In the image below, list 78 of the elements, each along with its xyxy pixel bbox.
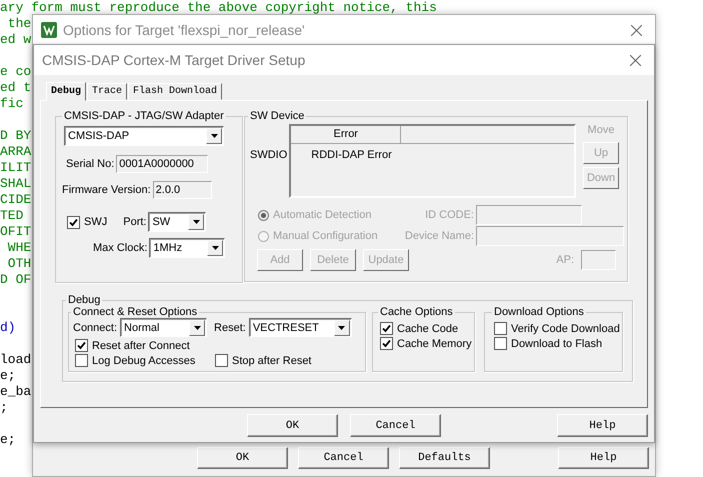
dialog-button[interactable]: Defaults	[399, 447, 490, 469]
code-line: e;	[0, 432, 16, 448]
check-icon	[77, 341, 86, 350]
dialog-button[interactable]: OK	[247, 414, 338, 437]
window-title: Options for Target 'flexspi_nor_release'	[63, 22, 305, 38]
code-line: D BY	[0, 128, 32, 144]
column-header: Error	[291, 126, 402, 143]
reset-dropdown[interactable]: VECTRESET	[248, 318, 352, 337]
tab[interactable]: Debug	[46, 82, 86, 101]
firmware-version-field: 2.0.0	[152, 181, 212, 199]
group-title: CMSIS-DAP - JTAG/SW Adapter	[64, 110, 224, 122]
dialog-button[interactable]: Cancel	[350, 414, 441, 437]
code-line: e_ba	[0, 384, 32, 400]
caret-icon	[192, 220, 200, 224]
move-label: Move	[588, 124, 614, 138]
group-title: Debug	[68, 294, 100, 306]
field-label: Serial No:	[66, 158, 114, 170]
checkbox[interactable]: Reset after Connect	[75, 339, 190, 352]
code-line: D OF	[0, 272, 32, 288]
group-title: Connect & Reset Options	[73, 306, 198, 318]
close-icon[interactable]	[630, 54, 641, 66]
tab[interactable]: Flash Download	[128, 83, 222, 100]
dialog-button[interactable]: Help	[558, 447, 649, 469]
field-label: ID CODE:	[424, 209, 475, 221]
field-label: Connect:	[73, 322, 118, 334]
caret-icon	[338, 326, 346, 330]
dialog-button[interactable]: OK	[197, 447, 288, 469]
tab[interactable]: Trace	[87, 83, 128, 100]
dialog-button[interactable]: Help	[557, 414, 648, 437]
clock-dropdown[interactable]: 1MHz	[149, 238, 226, 258]
app-icon	[41, 22, 57, 38]
code-line: ary form must reproduce the above copyright notice, this	[0, 0, 437, 16]
checkbox[interactable]: Log Debug Accesses	[75, 354, 196, 367]
code-line: d)	[0, 320, 16, 336]
checkbox[interactable]: SWJ	[67, 216, 108, 228]
code-line: ed t	[0, 80, 32, 96]
field-label: Max Clock:	[93, 242, 148, 254]
code-line: WHE	[6, 240, 32, 256]
check-icon	[69, 218, 78, 226]
checkbox[interactable]: Cache Code	[380, 322, 458, 335]
code-line: fic	[0, 96, 24, 112]
adapter-dropdown[interactable]: CMSIS-DAP	[64, 126, 224, 146]
field-label: Reset:	[214, 322, 246, 334]
caret-icon	[194, 326, 201, 330]
field-label: AP:	[556, 254, 574, 266]
group-title: SW Device	[250, 110, 304, 122]
code-line: TED	[0, 208, 24, 224]
group-title: Download Options	[494, 306, 584, 318]
code-line: load	[0, 352, 32, 368]
checkbox[interactable]: Verify Code Download	[494, 322, 620, 335]
code-line: ILIT	[0, 160, 32, 176]
code-line: e;	[0, 368, 16, 384]
dialog-title: CMSIS-DAP Cortex-M Target Driver Setup	[42, 52, 306, 68]
code-line: the	[6, 16, 32, 32]
code-line: SHAL	[0, 176, 32, 192]
close-icon[interactable]	[631, 24, 642, 36]
connect-dropdown[interactable]: Normal	[120, 318, 208, 337]
caret-icon	[212, 246, 219, 250]
table-cell-text: RDDI-DAP Error	[310, 148, 393, 163]
field-label: Device Name:	[404, 230, 475, 242]
port-dropdown[interactable]: SW	[148, 212, 206, 232]
group-title: Cache Options	[380, 306, 453, 318]
row-label: SWDIO	[250, 148, 288, 163]
code-line: CIDE	[0, 192, 32, 208]
checkbox[interactable]: Download to Flash	[494, 337, 602, 350]
code-line: OFIT	[0, 224, 32, 240]
code-line: e co	[0, 64, 32, 80]
code-line: ;	[0, 400, 8, 416]
serial-number-field: 0001A0000000	[116, 155, 208, 173]
code-line: ARRA	[0, 144, 32, 160]
checkbox[interactable]: Cache Memory	[380, 337, 472, 350]
field-label: Port:	[123, 216, 146, 228]
caret-icon	[210, 134, 218, 138]
checkbox[interactable]: Stop after Reset	[215, 354, 312, 367]
field-label: Firmware Version:	[62, 184, 151, 196]
code-line: ed w	[0, 32, 32, 48]
code-line: OTH	[6, 256, 32, 272]
dialog-button[interactable]: Cancel	[298, 447, 389, 469]
